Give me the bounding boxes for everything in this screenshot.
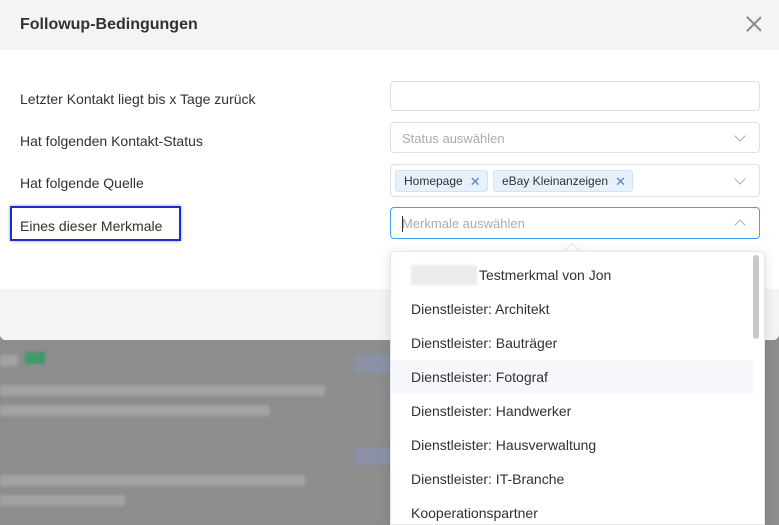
background-badge	[25, 352, 45, 364]
dialog-header: Followup-Bedingungen	[0, 0, 779, 50]
x-icon[interactable]: ✕	[615, 175, 626, 188]
close-icon[interactable]	[743, 13, 765, 35]
dropdown-option[interactable]: Dienstleister: Bauträger	[391, 326, 753, 360]
dropdown-option-hovered[interactable]: Dienstleister: Fotograf	[391, 360, 753, 394]
redacted-name	[411, 265, 477, 285]
dropdown-option[interactable]: Dienstleister: Architekt	[391, 292, 753, 326]
source-tag-label: eBay Kleinanzeigen	[502, 174, 609, 188]
contact-status-placeholder: Status auswählen	[402, 131, 505, 146]
source-select[interactable]: Homepage ✕ eBay Kleinanzeigen ✕	[390, 164, 760, 197]
dropdown-option[interactable]: Testmerkmal von Jon	[391, 258, 753, 292]
source-tag-label: Homepage	[404, 174, 463, 188]
features-label: Eines dieser Merkmale	[20, 218, 163, 234]
background-button	[355, 355, 390, 373]
option-label: Dienstleister: Fotograf	[411, 369, 548, 385]
dropdown-option[interactable]: Dienstleister: Handwerker	[391, 394, 753, 428]
option-label: Dienstleister: IT-Branche	[411, 471, 565, 487]
background-text	[0, 385, 325, 396]
chevron-up-icon[interactable]	[734, 219, 746, 231]
background-text	[0, 405, 270, 416]
source-tag-homepage: Homepage ✕	[395, 170, 488, 192]
dropdown-option[interactable]: Dienstleister: IT-Branche	[391, 462, 753, 496]
background-text	[0, 475, 305, 486]
dropdown-option[interactable]: Dienstleister: Hausverwaltung	[391, 428, 753, 462]
background-button	[355, 447, 390, 465]
chevron-down-icon[interactable]	[734, 130, 746, 142]
option-label: Dienstleister: Bauträger	[411, 335, 558, 351]
option-label: Dienstleister: Architekt	[411, 301, 550, 317]
contact-status-label: Hat folgenden Kontakt-Status	[20, 133, 203, 149]
option-label: Kooperationspartner	[411, 505, 538, 521]
dialog-title: Followup-Bedingungen	[20, 16, 198, 33]
option-label: Dienstleister: Hausverwaltung	[411, 437, 597, 453]
last-contact-days-input[interactable]	[390, 81, 760, 111]
last-contact-label: Letzter Kontakt liegt bis x Tage zurück	[20, 91, 256, 107]
last-contact-days-field[interactable]	[391, 82, 759, 110]
features-placeholder: Merkmale auswählen	[402, 216, 525, 231]
source-label: Hat folgende Quelle	[20, 175, 144, 191]
option-label: Testmerkmal von Jon	[479, 267, 612, 283]
background-text	[0, 495, 125, 506]
option-label: Dienstleister: Handwerker	[411, 403, 572, 419]
contact-status-select[interactable]: Status auswählen	[390, 122, 760, 153]
background-text	[0, 355, 18, 366]
features-select[interactable]: Merkmale auswählen	[390, 207, 760, 239]
x-icon[interactable]: ✕	[470, 175, 481, 188]
source-tag-ebay-kleinanzeigen: eBay Kleinanzeigen ✕	[493, 170, 633, 192]
features-dropdown: Testmerkmal von Jon Dienstleister: Archi…	[390, 251, 765, 525]
dropdown-option[interactable]: Kooperationspartner	[391, 496, 753, 524]
chevron-down-icon[interactable]	[734, 173, 746, 185]
dropdown-scrollbar[interactable]	[753, 255, 759, 339]
